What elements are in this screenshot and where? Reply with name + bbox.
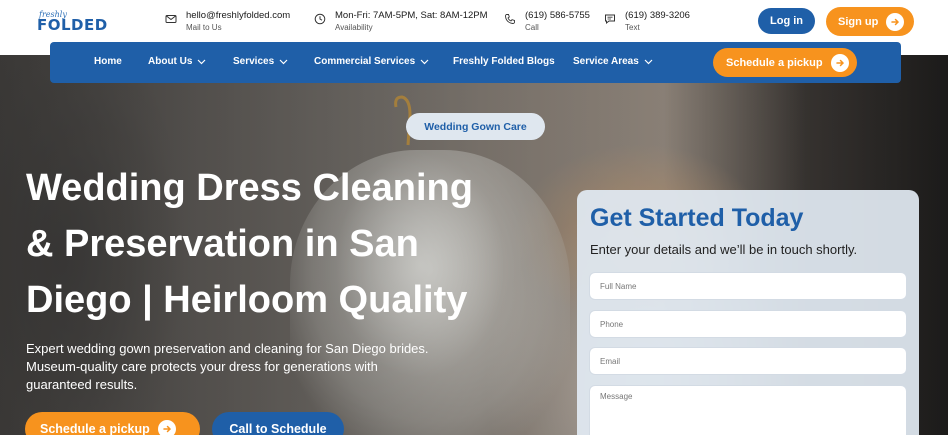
nav-blogs[interactable]: Freshly Folded Blogs bbox=[453, 56, 555, 67]
hero-description: Expert wedding gown preservation and cle… bbox=[26, 340, 496, 394]
email-placeholder: Email bbox=[600, 356, 621, 366]
hero-description-line: guaranteed results. bbox=[26, 377, 138, 392]
page-title: Wedding Dress Cleaning & Preservation in… bbox=[26, 160, 566, 328]
nav-schedule-pickup-button[interactable]: Schedule a pickup bbox=[713, 48, 857, 77]
phone-placeholder: Phone bbox=[600, 319, 624, 329]
main-nav: Home About Us Services Commercial Servic… bbox=[50, 42, 901, 83]
contact-phone-label: Call bbox=[525, 23, 539, 32]
page-title-line: Diego | Heirloom Quality bbox=[26, 279, 468, 321]
contact-email[interactable]: hello@freshlyfolded.com Mail to Us bbox=[165, 9, 290, 35]
arrow-right-icon bbox=[830, 53, 849, 72]
form-title: Get Started Today bbox=[590, 204, 804, 232]
freshly-folded-logo[interactable]: freshly FOLDED bbox=[37, 10, 107, 36]
phone-icon bbox=[504, 12, 518, 26]
nav-commercial-services[interactable]: Commercial Services bbox=[314, 56, 429, 67]
hero-description-line: Museum-quality care protects your dress … bbox=[26, 359, 378, 374]
contact-text-value: (619) 389-3206 bbox=[625, 10, 690, 21]
nav-schedule-pickup-label: Schedule a pickup bbox=[726, 56, 823, 69]
nav-about-us-label: About Us bbox=[148, 56, 193, 67]
nav-home[interactable]: Home bbox=[94, 56, 122, 67]
email-field[interactable]: Email bbox=[589, 347, 907, 375]
login-button[interactable]: Log in bbox=[758, 8, 815, 34]
page-title-line: & Preservation in San bbox=[26, 223, 419, 265]
arrow-right-icon bbox=[886, 12, 905, 31]
contact-email-value: hello@freshlyfolded.com bbox=[186, 10, 291, 21]
contact-phone[interactable]: (619) 586-5755 Call bbox=[504, 9, 590, 35]
contact-hours: Mon-Fri: 7AM-5PM, Sat: 8AM-12PM Availabi… bbox=[314, 9, 488, 35]
chevron-down-icon bbox=[420, 59, 429, 64]
hero-description-line: Expert wedding gown preservation and cle… bbox=[26, 341, 429, 356]
contact-email-label: Mail to Us bbox=[186, 23, 222, 32]
contact-form-card: Get Started Today Enter your details and… bbox=[577, 190, 919, 435]
nav-about-us[interactable]: About Us bbox=[148, 56, 206, 67]
page-title-line: Wedding Dress Cleaning bbox=[26, 167, 473, 209]
chevron-down-icon bbox=[198, 59, 206, 64]
chevron-down-icon bbox=[644, 59, 653, 64]
nav-service-areas-label: Service Areas bbox=[573, 56, 639, 67]
call-to-schedule-button[interactable]: Call to Schedule bbox=[212, 412, 344, 435]
hero-schedule-pickup-button[interactable]: Schedule a pickup bbox=[25, 412, 200, 435]
nav-commercial-services-label: Commercial Services bbox=[314, 56, 416, 67]
full-name-placeholder: Full Name bbox=[600, 281, 637, 291]
chevron-down-icon bbox=[279, 59, 288, 64]
arrow-right-icon bbox=[157, 420, 176, 435]
chat-icon bbox=[604, 12, 618, 26]
nav-blogs-label: Freshly Folded Blogs bbox=[453, 56, 555, 67]
message-field[interactable]: Message bbox=[589, 385, 907, 435]
phone-field[interactable]: Phone bbox=[589, 310, 907, 338]
signup-button-label: Sign up bbox=[838, 15, 879, 28]
nav-services-label: Services bbox=[233, 56, 275, 67]
form-subtitle: Enter your details and we’ll be in touch… bbox=[590, 242, 858, 257]
full-name-field[interactable]: Full Name bbox=[589, 272, 907, 300]
nav-home-label: Home bbox=[94, 56, 122, 67]
wedding-gown-care-badge: Wedding Gown Care bbox=[406, 113, 545, 140]
clock-icon bbox=[314, 12, 328, 26]
contact-text-label: Text bbox=[625, 23, 640, 32]
contact-hours-value: Mon-Fri: 7AM-5PM, Sat: 8AM-12PM bbox=[335, 10, 488, 21]
hero-schedule-pickup-label: Schedule a pickup bbox=[40, 422, 150, 435]
nav-service-areas[interactable]: Service Areas bbox=[573, 56, 653, 67]
nav-services[interactable]: Services bbox=[233, 56, 288, 67]
signup-button[interactable]: Sign up bbox=[826, 7, 914, 36]
contact-text[interactable]: (619) 389-3206 Text bbox=[604, 9, 690, 35]
contact-hours-label: Availability bbox=[335, 23, 373, 32]
message-placeholder: Message bbox=[600, 392, 633, 401]
mail-icon bbox=[165, 12, 179, 26]
contact-phone-value: (619) 586-5755 bbox=[525, 10, 590, 21]
logo-wordmark: FOLDED bbox=[37, 16, 108, 34]
